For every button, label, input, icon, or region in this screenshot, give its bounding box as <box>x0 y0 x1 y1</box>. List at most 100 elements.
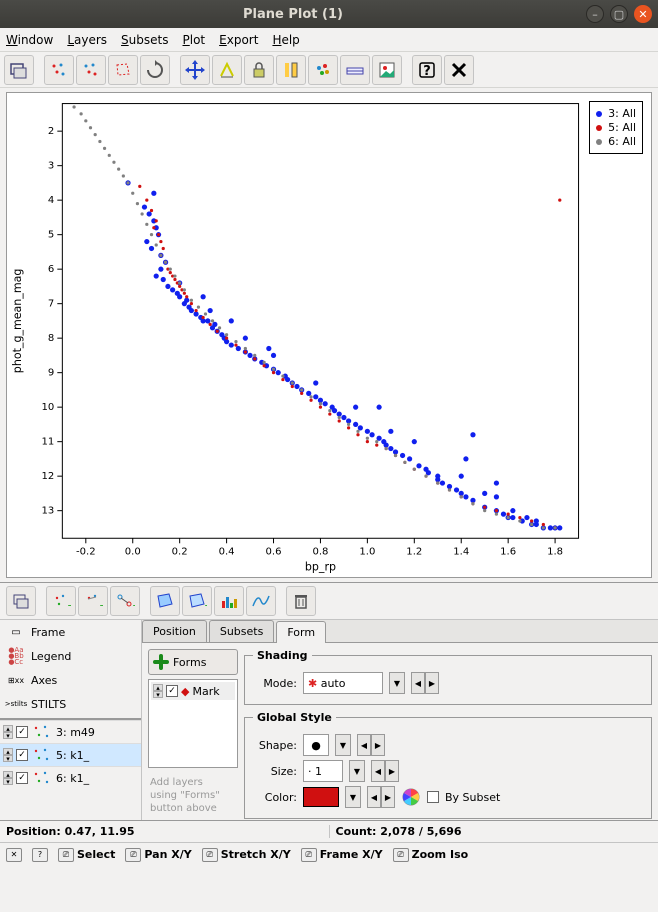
aux-axis-icon[interactable] <box>276 55 306 85</box>
svg-text:8: 8 <box>48 333 54 344</box>
menu-help[interactable]: Help <box>272 33 299 47</box>
svg-text:12: 12 <box>41 471 54 482</box>
subset-dots2-icon[interactable] <box>76 55 106 85</box>
config-list: ▭Frame ●Aa●Bb●CcLegend ⊞xxAxes >stiltsST… <box>0 620 142 820</box>
measure-icon[interactable] <box>212 55 242 85</box>
mouse-icon: ⎚ <box>202 848 218 862</box>
reorder-icon[interactable]: ▴▾ <box>153 684 163 698</box>
svg-text:+: + <box>204 599 207 611</box>
svg-text:0.2: 0.2 <box>172 546 188 557</box>
size-combo[interactable]: · 1 <box>303 760 343 782</box>
dropdown-icon[interactable]: ▼ <box>345 786 361 808</box>
reorder-icon[interactable]: ▴▾ <box>3 725 13 739</box>
svg-text:?: ? <box>423 64 431 79</box>
layer-visible-checkbox[interactable]: ✓ <box>16 749 28 761</box>
help-nav-icon[interactable]: ? <box>32 848 48 862</box>
plot-canvas[interactable]: -0.20.00.20.40.60.81.01.21.41.61.8234567… <box>7 93 651 577</box>
table-tool-icon[interactable] <box>4 55 34 85</box>
svg-text:0.0: 0.0 <box>125 546 141 557</box>
add-table-layer-icon[interactable] <box>6 586 36 616</box>
menu-layers[interactable]: Layers <box>67 33 107 47</box>
add-hist-layer-icon[interactable] <box>214 586 244 616</box>
layer-toolbar: + + + + <box>0 582 658 620</box>
reorder-icon[interactable]: ▴▾ <box>3 748 13 762</box>
dropdown-icon[interactable]: ▼ <box>389 672 405 694</box>
close-nav-icon[interactable]: ✕ <box>6 848 22 862</box>
add-pair-layer-icon[interactable]: + <box>110 586 140 616</box>
shading-spinner[interactable]: ◀▶ <box>411 672 439 694</box>
shading-mode-label: Mode: <box>253 677 297 690</box>
svg-text:phot_g_mean_mag: phot_g_mean_mag <box>11 269 24 374</box>
shape-combo[interactable]: ● <box>303 734 329 756</box>
forms-list[interactable]: ▴▾ ✓ ◆ Mark <box>148 679 238 768</box>
add-function-layer-icon[interactable] <box>246 586 276 616</box>
subset-dots1-icon[interactable] <box>44 55 74 85</box>
layer-visible-checkbox[interactable]: ✓ <box>16 772 28 784</box>
forms-button[interactable]: Forms <box>148 649 238 675</box>
layer-row-6[interactable]: ▴▾ ✓ 6: k1_ <box>0 766 141 789</box>
shading-mode-combo[interactable]: ✱ auto <box>303 672 383 694</box>
color-spinner[interactable]: ◀▶ <box>367 786 395 808</box>
help-icon[interactable]: ? <box>412 55 442 85</box>
menu-subsets[interactable]: Subsets <box>121 33 168 47</box>
cfg-axes[interactable]: ⊞xxAxes <box>0 668 141 692</box>
svg-text:1.4: 1.4 <box>453 546 469 557</box>
close-button[interactable]: ✕ <box>634 5 652 23</box>
layer-label: 5: k1_ <box>56 749 89 762</box>
color-swatch[interactable] <box>303 787 339 807</box>
form-mark-label: Mark <box>192 685 219 698</box>
subset-region-icon[interactable] <box>108 55 138 85</box>
plot-area[interactable]: -0.20.00.20.40.60.81.01.21.41.61.8234567… <box>6 92 652 578</box>
add-area2-layer-icon[interactable]: + <box>182 586 212 616</box>
reorder-icon[interactable]: ▴▾ <box>3 771 13 785</box>
close-tool-icon[interactable] <box>444 55 474 85</box>
svg-text:bp_rp: bp_rp <box>305 560 336 573</box>
legend-item-3: 3: All <box>608 107 636 120</box>
plus-icon <box>153 654 169 670</box>
remove-layer-icon[interactable] <box>286 586 316 616</box>
minimize-button[interactable]: – <box>586 5 604 23</box>
size-spinner[interactable]: ◀▶ <box>371 760 399 782</box>
nav-pan[interactable]: ⎚Pan X/Y <box>125 848 191 862</box>
cfg-legend[interactable]: ●Aa●Bb●CcLegend <box>0 644 141 668</box>
resize-icon[interactable] <box>180 55 210 85</box>
nav-zoom[interactable]: ⎚Zoom Iso <box>393 848 469 862</box>
dropdown-icon[interactable]: ▼ <box>335 734 351 756</box>
nav-stretch[interactable]: ⎚Stretch X/Y <box>202 848 291 862</box>
layer-visible-checkbox[interactable]: ✓ <box>16 726 28 738</box>
menu-plot[interactable]: Plot <box>183 33 206 47</box>
add-pos-layer2-icon[interactable]: + <box>78 586 108 616</box>
maximize-button[interactable]: ▢ <box>610 5 628 23</box>
export-image-icon[interactable] <box>372 55 402 85</box>
add-area-layer-icon[interactable] <box>150 586 180 616</box>
svg-text:1.0: 1.0 <box>359 546 375 557</box>
mouse-icon: ⎚ <box>393 848 409 862</box>
status-position: Position: 0.47, 11.95 <box>6 825 135 838</box>
nav-select[interactable]: ⎚Select <box>58 848 115 862</box>
tab-form[interactable]: Form <box>276 621 326 643</box>
lock-aux-icon[interactable] <box>244 55 274 85</box>
dropdown-icon[interactable]: ▼ <box>349 760 365 782</box>
svg-text:0.6: 0.6 <box>266 546 282 557</box>
shape-spinner[interactable]: ◀▶ <box>357 734 385 756</box>
tab-subsets[interactable]: Subsets <box>209 620 274 642</box>
mouse-icon: ⎚ <box>58 848 74 862</box>
cfg-stilts[interactable]: >stiltsSTILTS <box>0 692 141 716</box>
menu-window[interactable]: Window <box>6 33 53 47</box>
tab-position[interactable]: Position <box>142 620 207 642</box>
by-subset-checkbox[interactable] <box>427 791 439 803</box>
forms-hint: Add layers using "Forms" button above <box>148 772 238 819</box>
replot-icon[interactable] <box>140 55 170 85</box>
nav-frame[interactable]: ⎚Frame X/Y <box>301 848 383 862</box>
density-icon[interactable] <box>308 55 338 85</box>
menu-export[interactable]: Export <box>219 33 258 47</box>
mouse-icon: ⎚ <box>301 848 317 862</box>
form-enabled-checkbox[interactable]: ✓ <box>166 685 178 697</box>
layer-row-5[interactable]: ▴▾ ✓ 5: k1_ <box>0 743 141 766</box>
add-pos-layer1-icon[interactable]: + <box>46 586 76 616</box>
sketch-icon[interactable] <box>340 55 370 85</box>
color-wheel-icon[interactable] <box>401 787 421 807</box>
svg-text:0.8: 0.8 <box>312 546 328 557</box>
cfg-frame[interactable]: ▭Frame <box>0 620 141 644</box>
layer-row-3[interactable]: ▴▾ ✓ 3: m49 <box>0 720 141 743</box>
